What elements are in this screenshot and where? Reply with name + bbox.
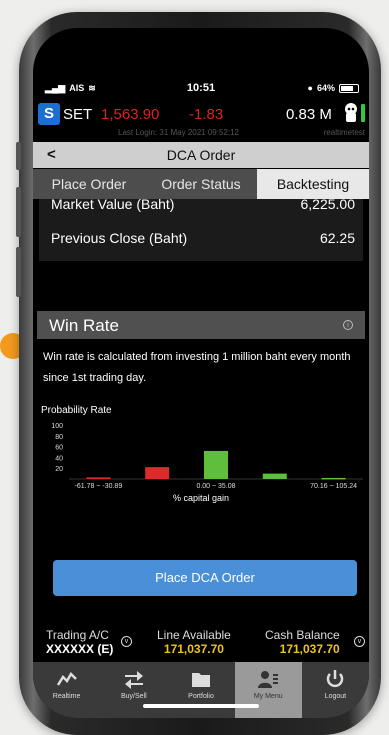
nav-buy-sell-label: Buy/Sell [120, 693, 147, 700]
nav-portfolio[interactable]: Portfolio [167, 662, 234, 718]
chart-line-icon [56, 671, 77, 686]
cash-balance-label: Cash Balance [265, 628, 340, 642]
index-ticker[interactable]: S SET 1,563.90 -1.83 0.83 M Last Login: … [33, 100, 369, 140]
market-value: 6,225.00 [300, 199, 356, 212]
market-value-label: Market Value (Baht) [51, 199, 175, 212]
trading-account-value: XXXXXX (E) [46, 642, 114, 656]
arrows-icon [124, 671, 143, 689]
username-text: realtimetest [323, 128, 365, 137]
tab-place-order[interactable]: Place Order [33, 169, 145, 199]
account-summary: Trading A/C XXXXXX (E) v Line Available … [33, 626, 369, 662]
tab-backtesting[interactable]: Backtesting [257, 169, 369, 199]
probability-rate-label: Probability Rate [41, 405, 112, 416]
folder-icon [192, 673, 210, 687]
y-tick-label: 100 [51, 423, 63, 430]
nav-logout-label: Logout [324, 693, 347, 700]
nav-portfolio-label: Portfolio [188, 693, 214, 700]
trading-account-label: Trading A/C [46, 628, 109, 642]
line-available: Line Available 171,037.70 [157, 628, 231, 656]
chart-bar [321, 477, 346, 480]
x-tick-label: -61.78 ~ -30.89 [75, 483, 123, 490]
nav-logout[interactable]: Logout [302, 662, 369, 718]
chevron-down-icon[interactable]: v [121, 636, 132, 647]
market-value-row: Market Value (Baht) 6,225.00 [39, 199, 363, 219]
battery-percent: 64% [316, 83, 335, 93]
previous-close-row: Previous Close (Baht) 62.25 [39, 221, 363, 253]
line-available-value: 171,037.70 [163, 642, 224, 656]
nav-buy-sell[interactable]: Buy/Sell [100, 662, 167, 718]
last-login-text: Last Login: 31 May 2021 09:52:12 [118, 128, 239, 137]
index-value: 1,563.90 [101, 106, 160, 123]
nav-realtime[interactable]: Realtime [33, 662, 100, 718]
user-card-icon [258, 671, 279, 688]
y-tick-label: 40 [55, 455, 63, 462]
app-logo-icon: S [38, 103, 60, 125]
win-rate-description: Win rate is calculated from investing 1 … [43, 351, 351, 384]
chart-bar [145, 467, 170, 479]
probability-chart: 100 80 60 40 20 -61.78 ~ -30.89 0.00 ~ 35.08 70… [51, 423, 363, 503]
backtesting-content[interactable]: Market Value (Baht) 6,225.00 Previous Cl… [33, 199, 369, 627]
win-rate-title: Win Rate [49, 316, 119, 335]
cash-balance-value: 171,037.70 [279, 642, 340, 656]
battery-icon [339, 83, 359, 93]
cash-balance: Cash Balance 171,037.70 [265, 628, 340, 656]
win-rate-header: Win Rate i [37, 311, 365, 339]
status-bar: ▂▄▆ AIS ≋ 10:51 ● 64% [33, 78, 369, 98]
bottom-navigation: Realtime Buy/Sell Portfolio My Menu Logo… [33, 662, 369, 718]
place-dca-order-button[interactable]: Place DCA Order [53, 560, 357, 596]
index-change: -1.83 [189, 106, 224, 123]
index-volume: 0.83 M [286, 106, 332, 123]
phone-side-button [16, 247, 21, 297]
previous-close-value: 62.25 [319, 230, 355, 246]
x-axis-label: % capital gain [173, 493, 229, 503]
previous-close-label: Previous Close (Baht) [51, 230, 188, 246]
page-title-bar: < DCA Order [33, 142, 369, 168]
y-tick-label: 80 [55, 434, 63, 441]
connection-indicator [361, 104, 365, 122]
chart-bar [204, 450, 228, 479]
chevron-down-icon[interactable]: v [354, 636, 365, 647]
home-indicator [143, 704, 259, 708]
x-tick-label: 0.00 ~ 35.08 [196, 483, 235, 490]
tab-order-status[interactable]: Order Status [145, 169, 257, 199]
trading-account[interactable]: Trading A/C XXXXXX (E) [46, 628, 113, 656]
chart-bar [86, 477, 111, 479]
nav-my-menu[interactable]: My Menu [234, 662, 302, 718]
tab-bar: Place Order Order Status Backtesting [33, 169, 369, 199]
nav-my-menu-label: My Menu [253, 693, 283, 700]
notch [111, 28, 291, 56]
chart-bar [262, 473, 287, 479]
phone-side-button [16, 142, 21, 170]
nav-realtime-label: Realtime [52, 693, 81, 700]
power-icon [327, 670, 344, 688]
moon-icon: ● [307, 83, 313, 93]
y-tick-label: 20 [55, 466, 63, 473]
info-icon[interactable]: i [343, 320, 353, 330]
x-tick-label: 70.16 ~ 105.24 [310, 483, 357, 490]
app-screen: ▂▄▆ AIS ≋ 10:51 ● 64% S SET 1,563.90 -1.… [33, 28, 369, 718]
robot-alert-icon[interactable] [343, 102, 359, 124]
page-title: DCA Order [166, 147, 236, 163]
index-symbol: SET [63, 106, 93, 123]
phone-side-button [16, 187, 21, 237]
y-tick-label: 60 [55, 445, 63, 452]
line-available-label: Line Available [157, 628, 231, 642]
